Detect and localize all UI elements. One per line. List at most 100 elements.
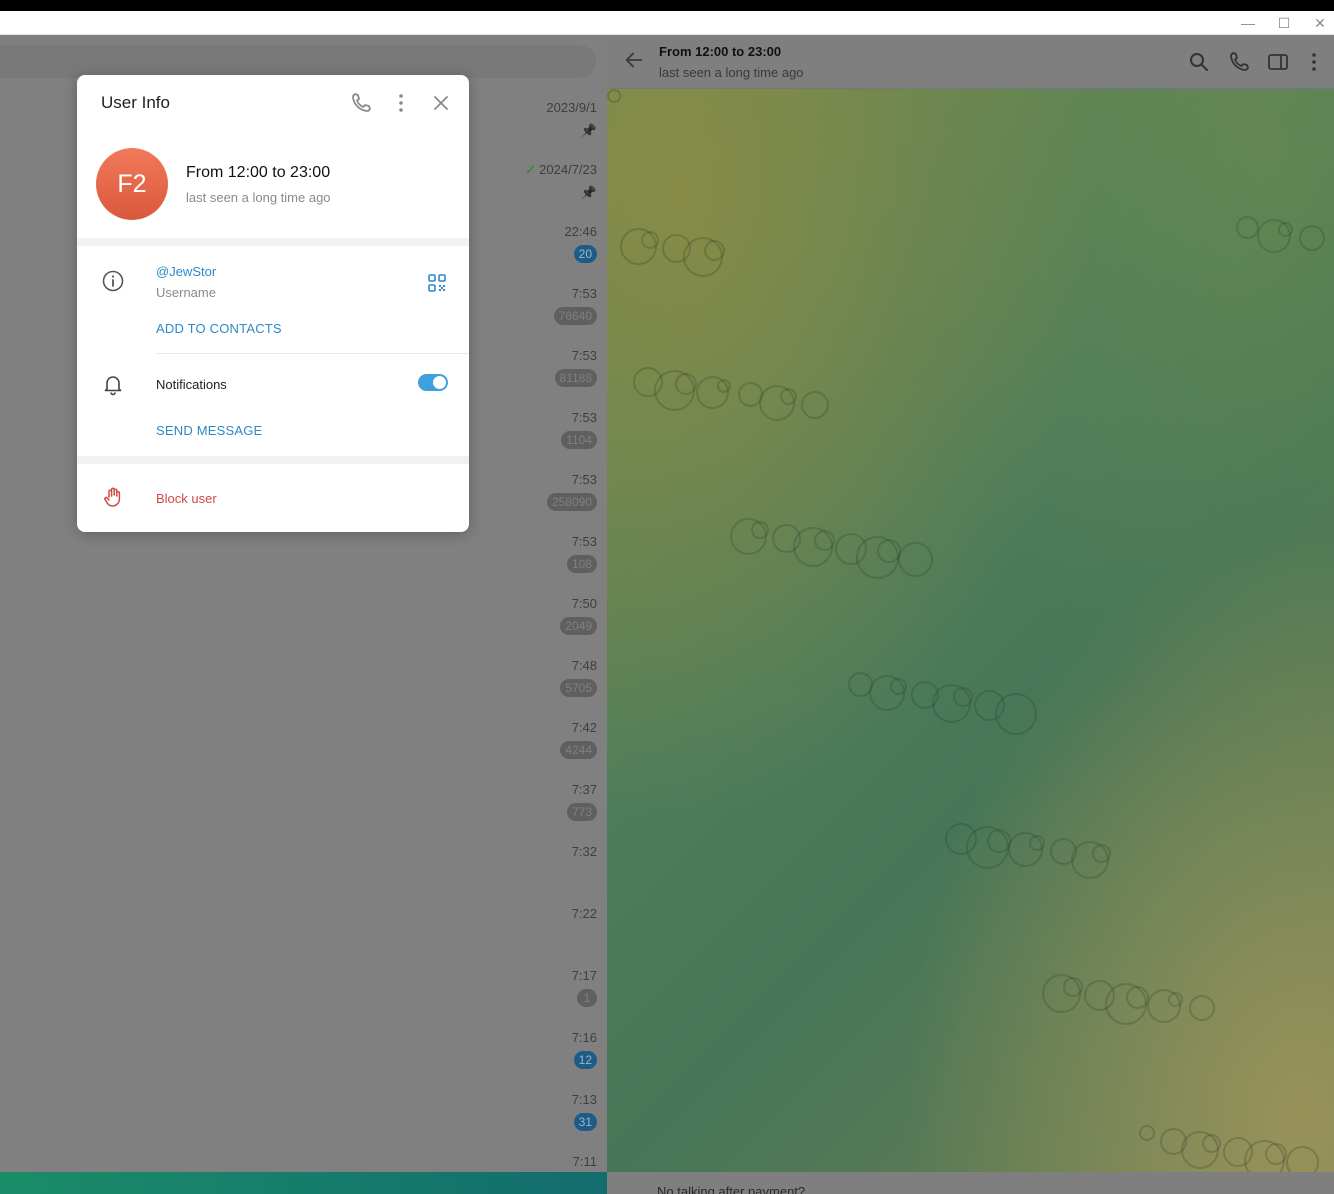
unread-badge: 4244: [560, 741, 597, 759]
chat-list-item[interactable]: 7:53 81188: [517, 347, 597, 387]
wallpaper-doodle: [945, 823, 977, 855]
wallpaper-doodle: [759, 385, 795, 421]
close-icon[interactable]: ✕: [1302, 11, 1334, 35]
wallpaper-doodle: [1257, 219, 1291, 253]
unread-badge: 1104: [561, 431, 597, 449]
more-options-icon[interactable]: [1302, 50, 1326, 74]
username-label: Username: [156, 285, 216, 300]
chat-time: 7:53: [571, 534, 597, 549]
wallpaper-doodle: [1008, 832, 1043, 867]
wallpaper-doodle: [835, 533, 867, 565]
chat-list-item[interactable]: 7:32: [517, 843, 597, 861]
pin-icon: 📌: [580, 185, 597, 200]
chat-time: 7:16: [571, 1030, 597, 1045]
wallpaper-doodle: [898, 542, 933, 577]
chat-list-item[interactable]: 7:11: [517, 1153, 597, 1171]
chat-list-item[interactable]: 7:53 258090: [517, 471, 597, 511]
chat-header[interactable]: From 12:00 to 23:00 last seen a long tim…: [607, 35, 1334, 89]
chat-time: 7:22: [571, 906, 597, 921]
unread-badge: 20: [573, 245, 597, 263]
more-options-icon[interactable]: [389, 91, 413, 115]
avatar[interactable]: F2: [96, 148, 168, 220]
chat-list-item[interactable]: 7:50 2049: [517, 595, 597, 635]
wallpaper-doodle: [1299, 225, 1325, 251]
chat-time: 7:11: [572, 1154, 597, 1169]
chat-list-item[interactable]: 22:46 20: [517, 223, 597, 263]
section-separator: [77, 238, 469, 246]
wallpaper-doodle: [801, 391, 829, 419]
chat-time: 2024/7/23: [517, 161, 597, 179]
chat-list-item[interactable]: 7:37 773: [517, 781, 597, 821]
unread-badge: 81188: [554, 369, 597, 387]
chat-time: 7:37: [571, 782, 597, 797]
wallpaper-doodle: [633, 367, 663, 397]
add-to-contacts-button[interactable]: ADD TO CONTACTS: [156, 321, 282, 336]
unread-badge: 76640: [553, 307, 597, 325]
search-icon[interactable]: [1187, 50, 1211, 74]
chat-time: 7:17: [571, 968, 597, 983]
wallpaper-doodle: [1147, 989, 1181, 1023]
minimize-icon[interactable]: —: [1230, 11, 1266, 35]
wallpaper-doodle: [662, 234, 691, 263]
chat-time: 7:53: [571, 286, 597, 301]
wallpaper-doodle: [620, 228, 657, 265]
message-composer[interactable]: No talking after payment?: [607, 1172, 1334, 1194]
chat-time: 22:46: [564, 224, 597, 239]
username-value[interactable]: @JewStor: [156, 264, 216, 279]
chat-list-item[interactable]: 7:53 76640: [517, 285, 597, 325]
chat-list-item[interactable]: 7:53 1104: [517, 409, 597, 449]
chat-list-item[interactable]: 7:17 1: [517, 967, 597, 1007]
wallpaper-doodle: [1223, 1137, 1253, 1167]
chat-title: From 12:00 to 23:00: [659, 44, 782, 59]
window-title-bar: — ☐ ✕: [0, 11, 1334, 35]
composer-text[interactable]: No talking after payment?: [657, 1184, 805, 1194]
wallpaper-doodle: [1084, 980, 1115, 1011]
maximize-icon[interactable]: ☐: [1266, 11, 1302, 35]
close-icon[interactable]: [429, 91, 453, 115]
chat-time: 7:48: [571, 658, 597, 673]
user-status: last seen a long time ago: [186, 190, 331, 205]
chat-list-item[interactable]: 7:13 31: [517, 1091, 597, 1131]
chat-list-item[interactable]: 7:42 4244: [517, 719, 597, 759]
phone-icon[interactable]: [1227, 50, 1251, 74]
screen-top-bar: [0, 0, 1334, 11]
unread-badge: 258090: [546, 493, 597, 511]
chat-status: last seen a long time ago: [659, 65, 804, 80]
chat-list-item[interactable]: 2024/7/23 📌: [517, 161, 597, 200]
wallpaper-doodle: [1042, 974, 1081, 1013]
chat-time: 2023/9/1: [546, 100, 597, 115]
unread-badge: 773: [566, 803, 597, 821]
wallpaper-doodle: [1160, 1128, 1187, 1155]
wallpaper-doodle: [1071, 841, 1109, 879]
notifications-toggle[interactable]: [418, 374, 448, 391]
wallpaper-doodle: [911, 681, 939, 709]
chat-list-bottom-strip: [0, 1172, 607, 1194]
wallpaper-doodle: [1050, 838, 1077, 865]
unread-badge: 12: [573, 1051, 597, 1069]
send-message-button[interactable]: SEND MESSAGE: [156, 423, 262, 438]
wallpaper-doodle: [1236, 216, 1259, 239]
wallpaper-doodle: [974, 690, 1005, 721]
chat-panel: From 12:00 to 23:00 last seen a long tim…: [607, 35, 1334, 1194]
call-icon[interactable]: [349, 91, 373, 115]
wallpaper-doodle: [738, 382, 763, 407]
block-user-button[interactable]: Block user: [156, 491, 217, 506]
chat-time: 7:53: [571, 348, 597, 363]
dialog-title: User Info: [101, 93, 170, 112]
wallpaper-doodle: [607, 89, 621, 103]
back-arrow-icon[interactable]: [623, 49, 645, 71]
unread-badge: 2049: [560, 617, 597, 635]
unread-badge: 31: [573, 1113, 597, 1131]
search-input[interactable]: [0, 45, 596, 78]
chat-list-item[interactable]: 7:16 12: [517, 1029, 597, 1069]
sidebar-toggle-icon[interactable]: [1266, 50, 1290, 74]
chat-list-item[interactable]: 7:53 108: [517, 533, 597, 573]
chat-time: 7:32: [571, 844, 597, 859]
qr-code-icon[interactable]: [425, 271, 449, 295]
chat-list-item[interactable]: 2023/9/1 📌: [517, 99, 597, 138]
chat-time: 7:13: [571, 1092, 597, 1107]
chat-list-item[interactable]: 7:48 5705: [517, 657, 597, 697]
chat-list-item[interactable]: 7:22: [517, 905, 597, 923]
wallpaper-doodle: [1139, 1125, 1155, 1141]
wallpaper-doodle: [730, 518, 767, 555]
